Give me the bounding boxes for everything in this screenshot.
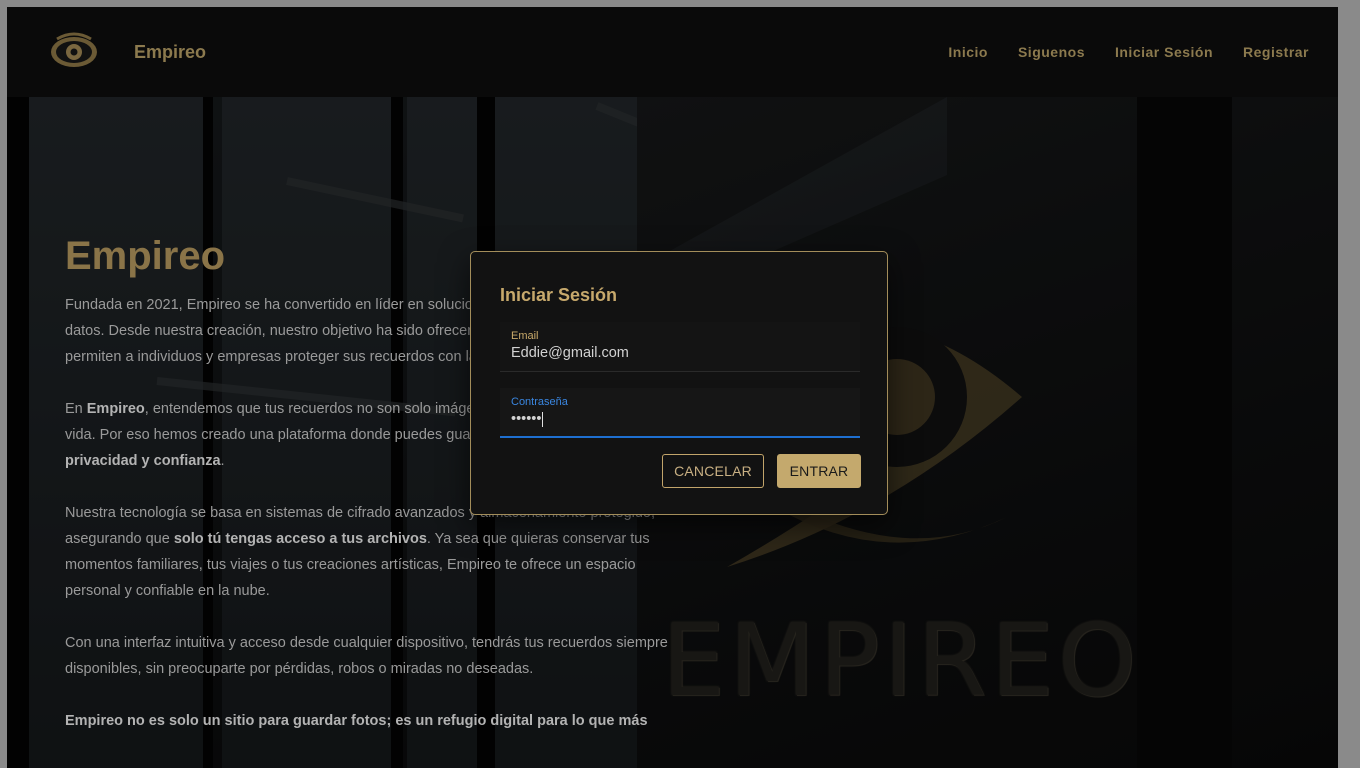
- email-input[interactable]: Eddie@gmail.com: [511, 345, 849, 361]
- hero-paragraph-4: Con una interfaz intuitiva y acceso desd…: [65, 635, 668, 677]
- nav-link-registrar[interactable]: Registrar: [1243, 44, 1309, 60]
- password-input[interactable]: ••••••: [511, 411, 849, 427]
- password-field[interactable]: Contraseña ••••••: [500, 388, 860, 438]
- nav-link-siguenos[interactable]: Siguenos: [1018, 44, 1085, 60]
- hero-paragraph-3: Nuestra tecnología se basa en sistemas d…: [65, 505, 656, 599]
- dialog-title: Iniciar Sesión: [500, 285, 618, 305]
- email-label: Email: [511, 330, 539, 342]
- nav-link-inicio[interactable]: Inicio: [948, 44, 988, 60]
- navbar: Empireo Inicio Siguenos Iniciar Sesión R…: [7, 7, 1338, 97]
- page-frame: EMPIREO Empireo Inicio Siguenos Iniciar …: [7, 7, 1338, 768]
- eye-logo-icon[interactable]: [49, 31, 99, 73]
- text-caret: [542, 411, 544, 427]
- nav-link-iniciar-sesion[interactable]: Iniciar Sesión: [1115, 44, 1213, 60]
- hero-paragraph-5: Empireo no es solo un sitio para guardar…: [65, 713, 648, 729]
- login-dialog: Iniciar Sesión Email Eddie@gmail.com Con…: [470, 251, 888, 515]
- cancel-button[interactable]: CANCELAR: [662, 454, 764, 488]
- nav-links: Inicio Siguenos Iniciar Sesión Registrar: [948, 44, 1309, 60]
- password-label: Contraseña: [511, 396, 568, 408]
- brand-name[interactable]: Empireo: [134, 42, 206, 63]
- enter-button[interactable]: ENTRAR: [777, 454, 861, 488]
- email-field[interactable]: Email Eddie@gmail.com: [500, 322, 860, 372]
